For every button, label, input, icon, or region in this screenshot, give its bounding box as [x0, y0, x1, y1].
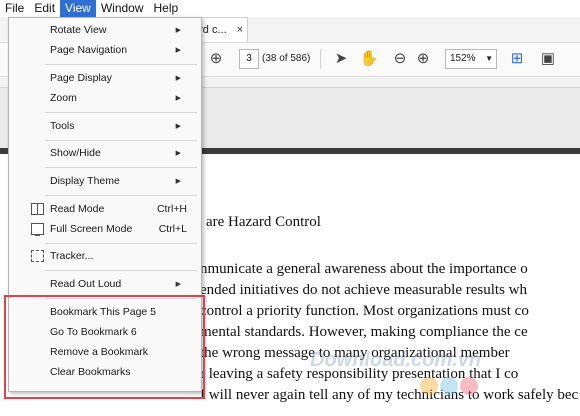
- page-count: (38 of 586): [262, 53, 311, 64]
- menu-edit[interactable]: Edit: [29, 0, 60, 17]
- zoom-out-icon[interactable]: ⊖: [390, 49, 410, 69]
- watermark-dot: [460, 377, 478, 395]
- menu-item-full-screen-mode[interactable]: Full Screen Mode Ctrl+L: [9, 220, 201, 239]
- page-options-icon[interactable]: ▣: [538, 49, 558, 69]
- menu-bar: File Edit View Window Help: [0, 0, 580, 17]
- menu-separator: [45, 140, 197, 141]
- zoom-select[interactable]: 152% ▼: [445, 49, 497, 69]
- highlight-box: [4, 295, 205, 399]
- menu-separator: [45, 112, 197, 113]
- menu-help[interactable]: Help: [149, 0, 184, 17]
- submenu-arrow-icon: ▶: [175, 47, 181, 54]
- submenu-arrow-icon: ▶: [175, 95, 181, 102]
- submenu-arrow-icon: ▶: [175, 27, 181, 34]
- submenu-arrow-icon: ▶: [175, 150, 181, 157]
- document-line: I will never again tell any of my techni…: [200, 387, 579, 403]
- download-circle-icon[interactable]: ⊕: [206, 49, 226, 69]
- submenu-arrow-icon: ▶: [175, 75, 181, 82]
- fit-page-icon[interactable]: ⊞: [507, 49, 527, 69]
- zoom-in-icon[interactable]: ⊕: [413, 49, 433, 69]
- menu-item-display-theme[interactable]: Display Theme ▶: [9, 172, 201, 191]
- menu-separator: [45, 167, 197, 168]
- menu-separator: [45, 243, 197, 244]
- menu-window[interactable]: Window: [96, 0, 149, 17]
- menu-item-tracker[interactable]: Tracker...: [9, 247, 201, 266]
- menu-item-zoom[interactable]: Zoom ▶: [9, 89, 201, 108]
- menu-item-page-display[interactable]: Page Display ▶: [9, 69, 201, 88]
- menu-item-page-navigation[interactable]: Page Navigation ▶: [9, 41, 201, 60]
- menu-separator: [45, 195, 197, 196]
- tracker-icon: [31, 250, 44, 262]
- submenu-arrow-icon: ▶: [175, 178, 181, 185]
- submenu-arrow-icon: ▶: [175, 281, 181, 288]
- watermark: Download.com.vn: [310, 349, 482, 371]
- document-line: mental standards. However, making compli…: [200, 324, 528, 340]
- watermark-dot: [420, 377, 438, 395]
- document-line: control a priority function. Most organi…: [200, 303, 529, 319]
- menu-file[interactable]: File: [0, 0, 29, 17]
- full-screen-icon: [31, 223, 44, 236]
- menu-separator: [45, 270, 197, 271]
- document-line: ended initiatives do not achieve measura…: [200, 282, 527, 298]
- toolbar-divider: [320, 49, 321, 69]
- tab-close-icon[interactable]: ×: [237, 18, 243, 42]
- menu-item-rotate-view[interactable]: Rotate View ▶: [9, 21, 201, 40]
- watermark-dot: [440, 377, 458, 395]
- read-mode-icon: [31, 203, 44, 215]
- zoom-value: 152%: [450, 53, 476, 64]
- hand-tool-icon[interactable]: ✋: [359, 49, 379, 69]
- document-line: nmunicate a general awareness about the …: [200, 261, 528, 277]
- menu-item-read-mode[interactable]: Read Mode Ctrl+H: [9, 200, 201, 219]
- menu-item-read-out-loud[interactable]: Read Out Loud ▶: [9, 275, 201, 294]
- menu-item-show-hide[interactable]: Show/Hide ▶: [9, 144, 201, 163]
- menu-view[interactable]: View: [60, 0, 96, 17]
- menu-item-tools[interactable]: Tools ▶: [9, 117, 201, 136]
- select-arrow-icon[interactable]: ➤: [331, 49, 351, 69]
- submenu-arrow-icon: ▶: [175, 123, 181, 130]
- document-heading: are Hazard Control: [206, 214, 321, 230]
- menu-separator: [45, 64, 197, 65]
- chevron-down-icon: ▼: [485, 54, 493, 63]
- page-number-input[interactable]: 3: [239, 49, 259, 69]
